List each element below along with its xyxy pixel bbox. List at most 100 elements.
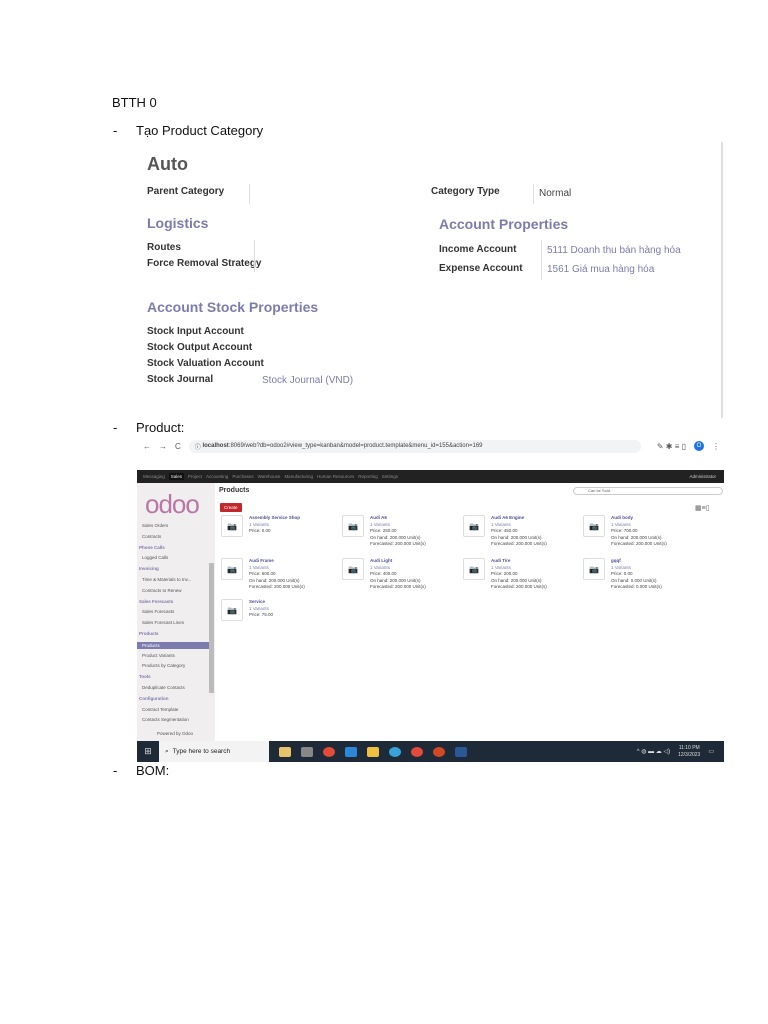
product-card-info: Assembly Service Shop 1 Variants Price: 0.… (249, 515, 300, 535)
sidebar-category: Configuration (139, 695, 169, 701)
explorer-icon[interactable] (367, 746, 379, 757)
product-image-placeholder-icon: 📷 (463, 558, 485, 580)
menu-item-human-resources[interactable]: Human Resources (317, 474, 354, 479)
menu-icon[interactable]: ⋮ (712, 442, 720, 451)
product-detail: Forecasted: 200.000 Unit(s) (370, 541, 426, 546)
app-icon[interactable] (279, 746, 291, 757)
bullet-text: BOM: (136, 763, 170, 778)
sidebar-item[interactable]: Deduplicate Contacts (142, 685, 185, 690)
product-card[interactable]: 📷 Audi A6 1 Variants Price: 250.00 On hand: … (342, 515, 457, 555)
sidebar-item[interactable]: Contracts to Renew (142, 588, 182, 593)
parent-category-label: Parent Category (147, 186, 225, 197)
sidebar-category: Sales Forecasts (139, 598, 174, 604)
category-type-value[interactable]: Normal (539, 188, 571, 199)
back-icon[interactable]: ← (143, 442, 151, 451)
product-detail: Forecasted: 200.000 Unit(s) (491, 541, 547, 546)
reload-icon[interactable]: C (175, 442, 181, 451)
menu-item-warehouse[interactable]: Warehouse (258, 474, 281, 479)
product-card[interactable]: 📷 Audi Frame 1 Variants Price: 600.00 On han… (221, 558, 336, 598)
product-card-info: Audi A6 Engine 1 Variants Price: 450.00 On … (491, 515, 547, 548)
tray-icons[interactable]: ^ ◍ ▬ ☁ ◁) (637, 748, 670, 755)
income-account-value[interactable]: 5111 Doanh thu bán hàng hóa (547, 245, 681, 256)
address-bar[interactable]: ⓘ localhost:8069/web?db=odoo2#view_type=… (188, 439, 641, 453)
chrome-active-icon[interactable] (411, 746, 423, 757)
menu-item-settings[interactable]: Settings (382, 474, 398, 479)
search-facet[interactable]: Can be Sold (588, 488, 610, 493)
clock-time: 11:10 PM (678, 744, 700, 751)
product-card[interactable]: 📷 Audi body 1 Variants Price: 700.00 On hand… (583, 515, 698, 555)
expense-account-label: Expense Account (439, 263, 523, 274)
odoo-top-menu: Messaging Sales Project Accounting Purchases… (137, 470, 724, 483)
url-host: localhost (202, 443, 229, 449)
product-card[interactable]: 📷 Assembly Service Shop 1 Variants Price: 0… (221, 515, 336, 555)
notifications-icon[interactable]: ▭ (708, 748, 714, 755)
odoo-main: Products Create Can be Sold ▦≡▯ 📷 Assembl… (217, 483, 724, 741)
sidebar-category: Products (139, 631, 159, 636)
task-view-icon[interactable] (301, 746, 313, 757)
field-divider (254, 240, 255, 272)
sidebar-item[interactable]: Time & Materials to Inv... (142, 577, 191, 582)
taskbar-search[interactable]: ⌕ Type here to search (159, 741, 269, 762)
edge-icon[interactable] (389, 746, 401, 757)
search-icon: ⌕ (165, 747, 169, 755)
routes-label: Routes (147, 242, 181, 253)
url-path: :8069/web?db=odoo2#view_type=kanban&mode… (228, 443, 483, 449)
menu-item-messaging[interactable]: Messaging (143, 474, 165, 479)
sidebar-item[interactable]: Sales Orders (142, 523, 168, 528)
sidebar-scrollbar[interactable] (209, 563, 214, 693)
search-input[interactable]: Can be Sold (573, 487, 723, 495)
browser-toolbar: ← → C ⓘ localhost:8069/web?db=odoo2#view_t… (137, 437, 724, 455)
sidebar-item[interactable]: Contacts Segmentation (142, 717, 189, 722)
doc-title: BTTH 0 (112, 95, 157, 110)
sidebar-item[interactable]: Sales Forecast Lines (142, 620, 184, 625)
forward-icon[interactable]: → (159, 442, 167, 451)
view-switcher[interactable]: ▦≡▯ (695, 504, 710, 512)
product-card[interactable]: 📷 Audi A6 Engine 1 Variants Price: 450.00 On… (463, 515, 578, 555)
sidebar-category: Invoicing (139, 566, 159, 572)
start-icon[interactable]: ⊞ (137, 746, 159, 757)
product-card[interactable]: 📷 Audi Tire 1 Variants Price: 200.00 On hand… (463, 558, 578, 598)
stock-journal-value[interactable]: Stock Journal (VND) (262, 375, 353, 386)
extensions-icon[interactable]: ✎ ✱ ≡ ▯ (657, 442, 686, 451)
product-image-placeholder-icon: 📷 (342, 515, 364, 537)
sidebar-category: Phone Calls (139, 544, 165, 550)
product-detail: Forecasted: 200.000 Unit(s) (611, 541, 667, 546)
stock-properties-heading: Account Stock Properties (147, 299, 319, 315)
sidebar-item[interactable]: Contracts (142, 534, 161, 539)
product-name[interactable]: Assembly Service Shop (249, 515, 300, 522)
sidebar-item[interactable]: Sales Forecasts (142, 609, 174, 614)
product-image-placeholder-icon: 📷 (463, 515, 485, 537)
bullet-text: Tạo Product Category (136, 123, 264, 138)
sidebar-item[interactable]: Logged Calls (142, 555, 168, 560)
chrome-icon[interactable] (323, 746, 335, 757)
sidebar-category: Tools (139, 674, 151, 680)
sidebar-item[interactable]: Products (137, 641, 209, 649)
bullet-text: Product: (136, 420, 185, 435)
sidebar-item[interactable]: Products by Category (142, 663, 185, 668)
menu-item-project[interactable]: Project (188, 474, 202, 479)
logistics-heading: Logistics (147, 215, 209, 231)
profile-avatar[interactable]: O (694, 441, 704, 451)
product-card[interactable]: 📷 Audi Light 1 Variants Price: 400.00 On han… (342, 558, 457, 598)
product-card[interactable]: 📷 Service 1 Variants Price: 75.00 (221, 599, 336, 639)
create-button[interactable]: Create (220, 503, 242, 512)
product-card[interactable]: 📷 gqqf 1 Variants Price: 0.00 On hand: 0.000… (583, 558, 698, 598)
product-detail: Forecasted: 0.000 Unit(s) (611, 584, 662, 589)
force-removal-label: Force Removal Strategy (147, 258, 262, 269)
expense-account-value[interactable]: 1561 Giá mua hàng hóa (547, 264, 654, 275)
powerpoint-icon[interactable] (433, 746, 445, 757)
bullet: - (113, 763, 118, 778)
user-menu[interactable]: Administrator (689, 474, 716, 479)
menu-item-sales[interactable]: Sales (168, 473, 185, 480)
mail-icon[interactable] (345, 746, 357, 757)
menu-item-accounting[interactable]: Accounting (206, 474, 228, 479)
sidebar-item[interactable]: Contract Template (142, 707, 178, 712)
menu-item-purchases[interactable]: Purchases (232, 474, 253, 479)
sidebar-item[interactable]: Product Variants (142, 653, 175, 658)
field-divider (533, 184, 534, 204)
menu-item-manufacturing[interactable]: Manufacturing (284, 474, 313, 479)
word-icon[interactable] (455, 746, 467, 757)
product-detail: Forecasted: 200.000 Unit(s) (491, 584, 547, 589)
product-card-info: Audi A6 1 Variants Price: 250.00 On hand: 2… (370, 515, 426, 548)
menu-item-reporting[interactable]: Reporting (358, 474, 378, 479)
